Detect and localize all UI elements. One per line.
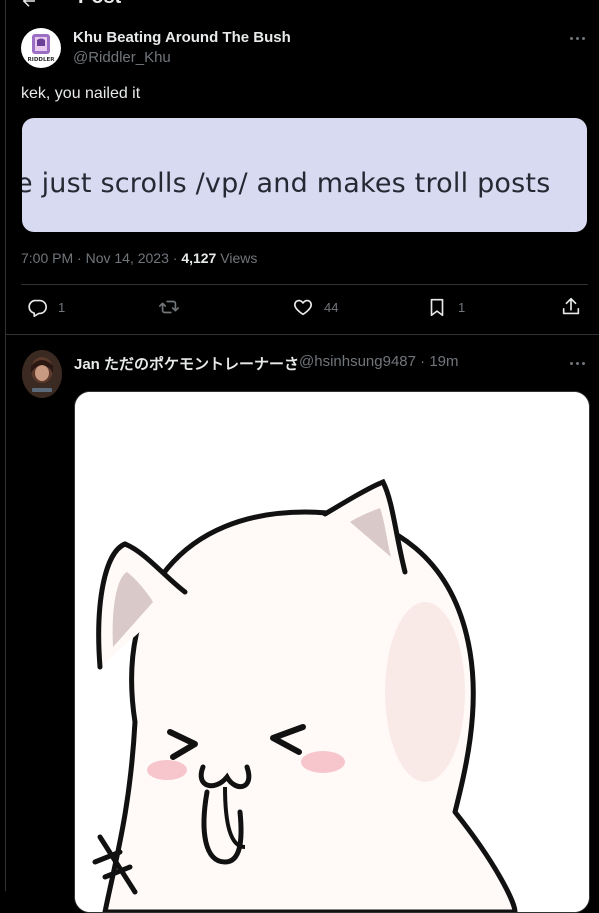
reply-avatar[interactable] [22, 350, 62, 398]
repost-button[interactable] [158, 296, 190, 318]
bookmark-icon [430, 298, 444, 317]
riddler-avatar-icon: RIDDLER [28, 34, 56, 63]
reply-icon [28, 299, 47, 317]
reply-avatar-icon [22, 350, 62, 398]
reply-time[interactable]: · 19m [416, 353, 458, 370]
reply-more-options-icon[interactable] [567, 356, 587, 370]
divider [21, 284, 588, 285]
reply-media-image[interactable] [74, 391, 590, 913]
like-button[interactable]: 44 [292, 296, 338, 318]
views-label: Views [216, 250, 258, 266]
reply-count: 1 [58, 299, 66, 315]
reply-author-name[interactable]: Jan ただのポケモントレーナーさ [74, 353, 299, 374]
reply-author-handle[interactable]: @hsinhsung9487 [299, 353, 416, 370]
action-bar: 1 44 1 [6, 296, 599, 324]
author-name[interactable]: Khu Beating Around The Bush [73, 29, 291, 46]
back-arrow-icon[interactable] [20, 0, 38, 10]
heart-icon [294, 299, 312, 316]
page-title: Post [78, 0, 121, 9]
post-metadata: 7:00 PM · Nov 14, 2023 · 4,127 Views [21, 250, 257, 266]
divider [6, 334, 599, 335]
reply-button[interactable]: 1 [26, 296, 65, 318]
bookmark-button[interactable]: 1 [426, 296, 465, 318]
views-count: 4,127 [181, 250, 217, 266]
attached-image[interactable]: e just scrolls /vp/ and makes troll post… [22, 118, 587, 232]
bookmark-count: 1 [458, 299, 466, 315]
svg-text:RIDDLER: RIDDLER [28, 57, 56, 63]
image-text: e just scrolls /vp/ and makes troll post… [22, 168, 551, 199]
post-timestamp[interactable]: 7:00 PM · Nov 14, 2023 · [21, 250, 181, 266]
top-bar: Post [6, 0, 599, 12]
post-column: Post RIDDLER Khu Beating Around The Bush… [5, 0, 599, 913]
like-count: 44 [324, 299, 339, 315]
share-icon [562, 297, 580, 315]
cute-cat-icon [75, 392, 589, 912]
author-handle[interactable]: @Riddler_Khu [73, 49, 171, 66]
repost-icon [159, 300, 179, 314]
share-button[interactable] [560, 296, 582, 318]
avatar[interactable]: RIDDLER [21, 28, 61, 68]
more-options-icon[interactable] [567, 31, 587, 45]
post-text: kek, you nailed it [21, 85, 141, 102]
reply-author-meta: @hsinhsung9487 · 19m [299, 353, 459, 370]
